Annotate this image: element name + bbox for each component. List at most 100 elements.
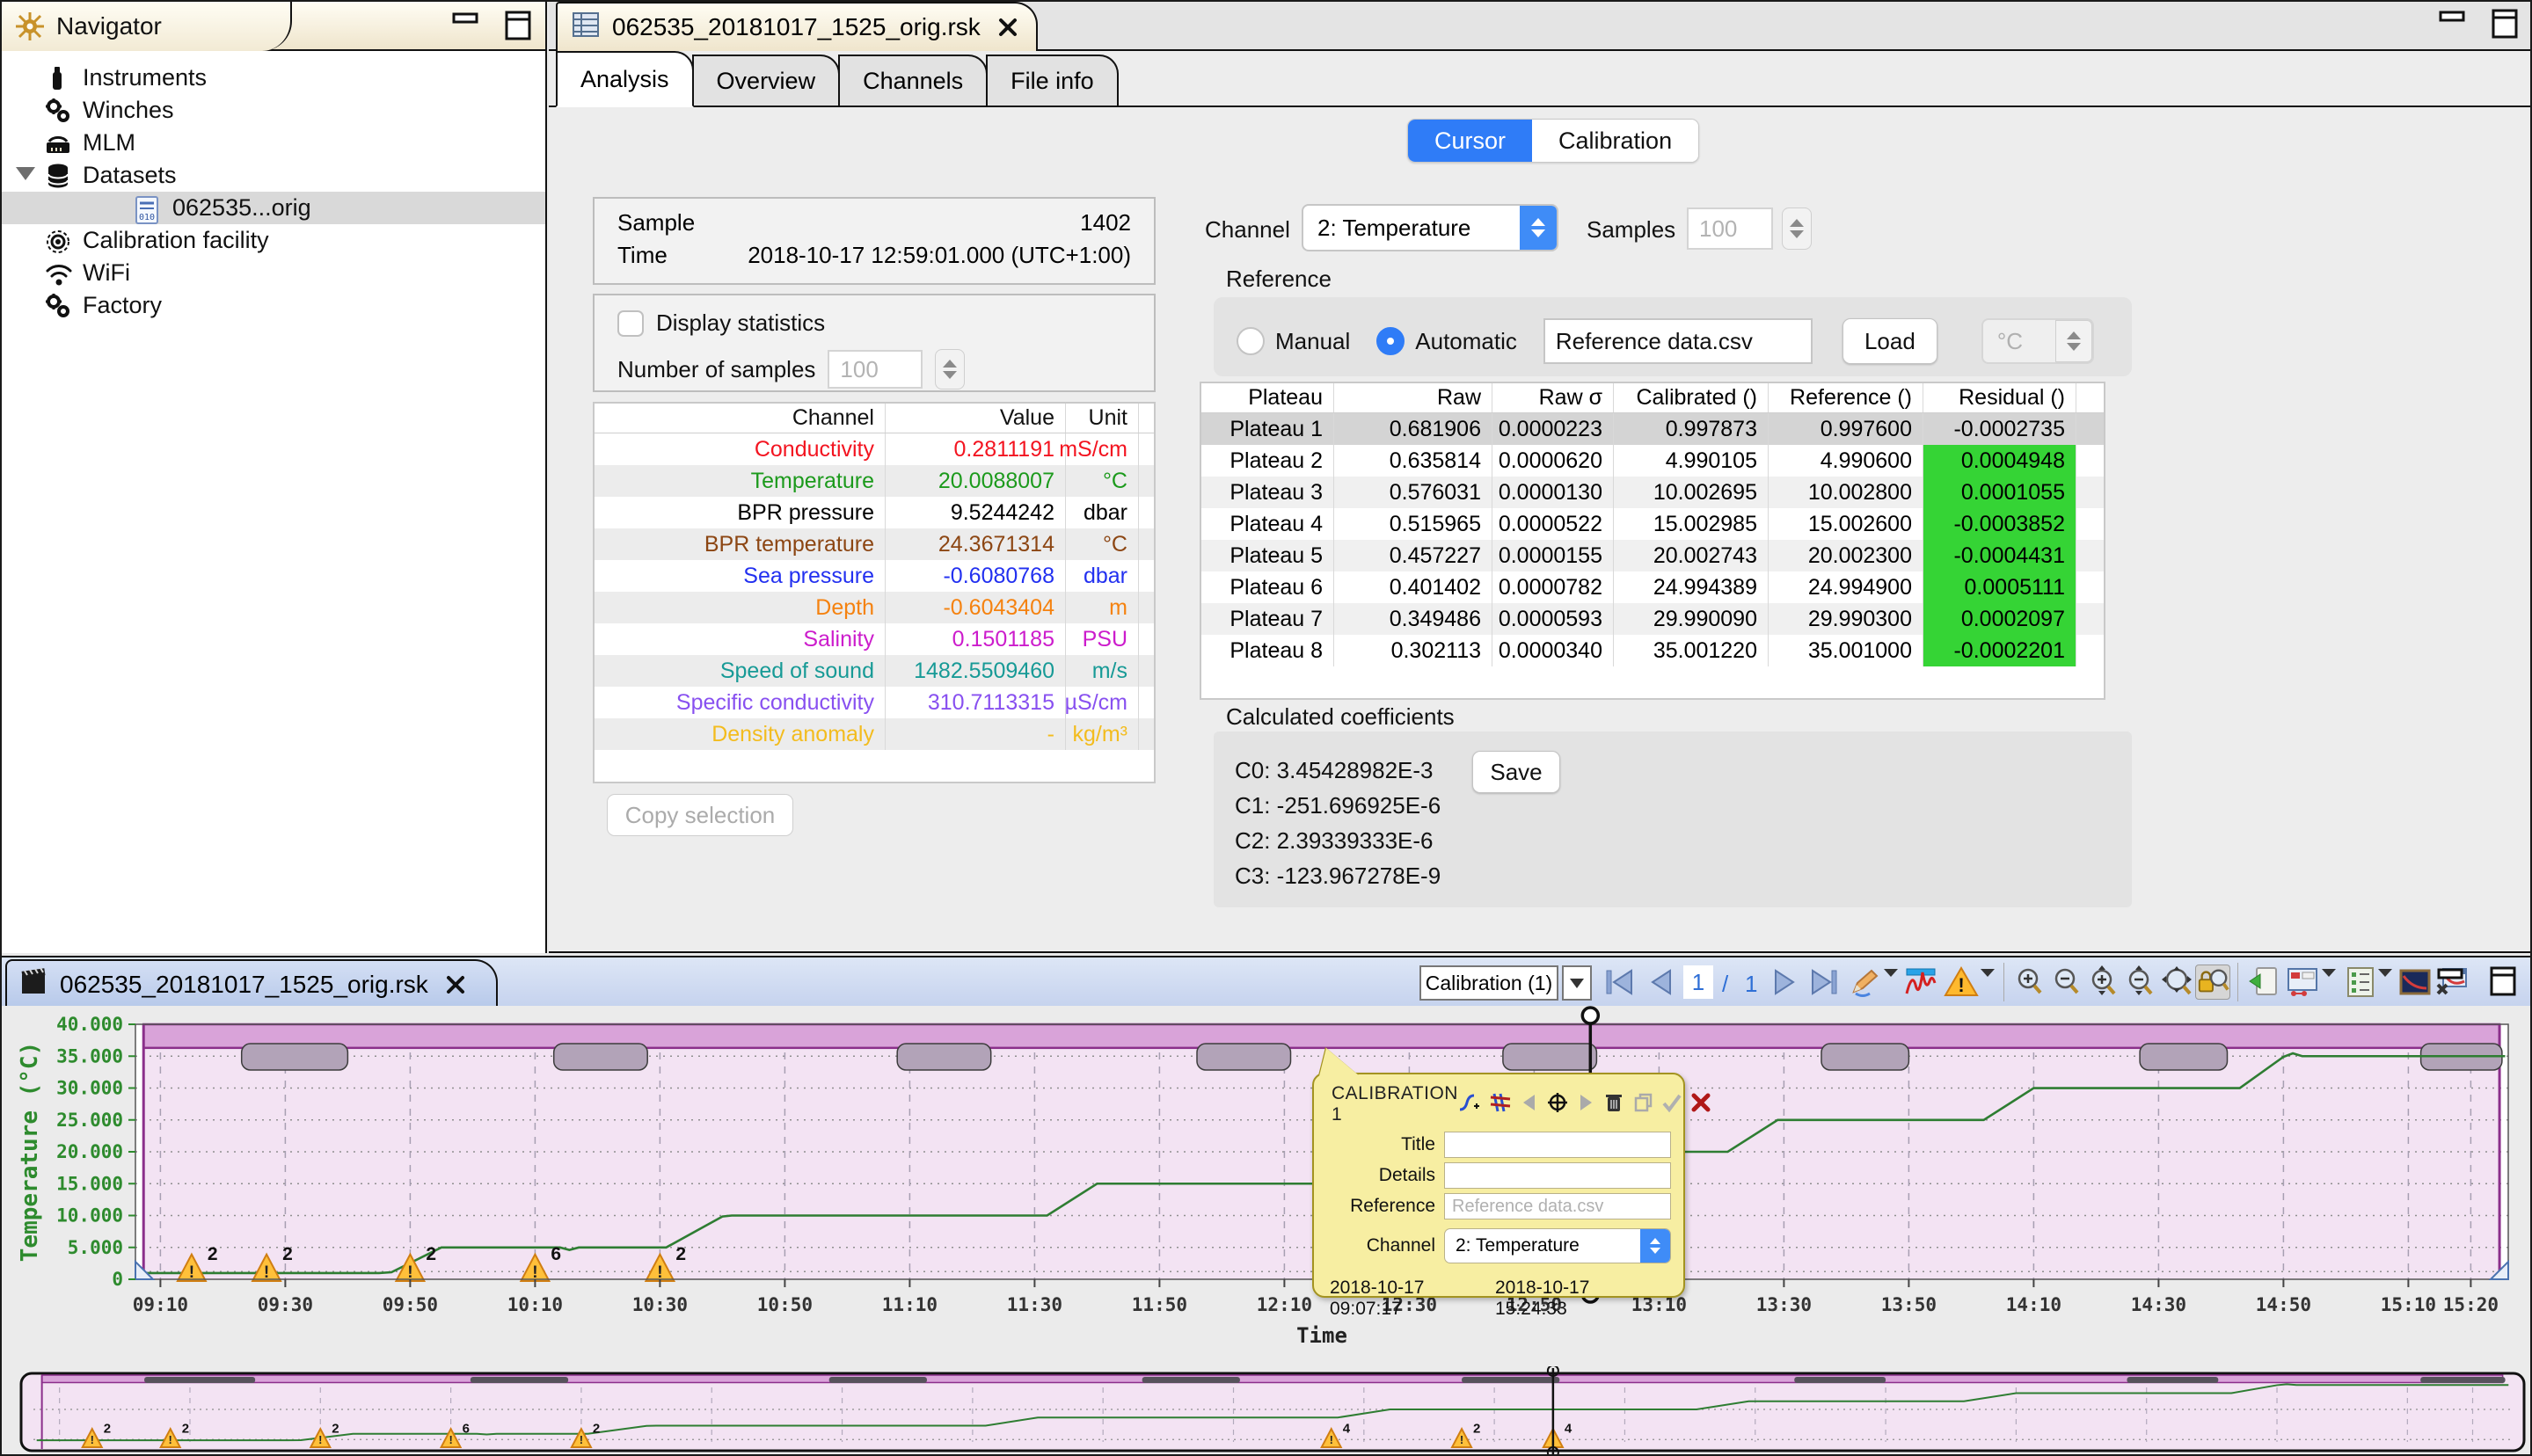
reference-unit-select[interactable]: °C <box>1981 318 2094 364</box>
plateau-row[interactable]: Plateau 3 0.576031 0.0000130 10.002695 1… <box>1201 477 2104 508</box>
warnings-dropdown[interactable] <box>1981 977 1995 993</box>
automatic-radio[interactable] <box>1376 327 1405 355</box>
zoom-fit-icon[interactable] <box>2160 965 2195 1000</box>
expander-icon[interactable] <box>16 167 35 180</box>
plateau-marker[interactable] <box>1503 1044 1597 1070</box>
channel-table-row[interactable]: BPR pressure 9.5244242 dbar <box>595 497 1154 528</box>
tree-item-dataset-file[interactable]: 010 062535...orig <box>2 192 545 224</box>
minimize-icon[interactable] <box>450 11 480 45</box>
tree-item-datasets[interactable]: Datasets <box>2 159 545 192</box>
apply-icon[interactable] <box>1661 1092 1682 1117</box>
plot-tab[interactable]: 062535_20181017_1525_orig.rsk <box>5 959 498 1008</box>
warnings-icon[interactable]: ! <box>1944 965 1979 1000</box>
num-samples-stepper[interactable] <box>935 349 965 389</box>
editor-tab[interactable]: 062535_20181017_1525_orig.rsk <box>556 2 1038 51</box>
overview-chart[interactable]: !2!2!2!6!2!4!2!4 <box>2 1366 2532 1456</box>
annotation-selector-dropdown[interactable] <box>1562 965 1592 1001</box>
plateau-marker[interactable] <box>1821 1044 1908 1070</box>
plateau-row[interactable]: Plateau 4 0.515965 0.0000522 15.002985 1… <box>1201 508 2104 540</box>
plateau-row[interactable]: Plateau 6 0.401402 0.0000782 24.994389 2… <box>1201 571 2104 603</box>
zoom-out-y-icon[interactable] <box>2123 965 2158 1000</box>
calibration-mode-button[interactable]: Calibration <box>1532 120 1698 162</box>
tree-item-factory[interactable]: Factory <box>2 289 545 322</box>
delete-icon[interactable] <box>1603 1092 1624 1117</box>
popup-title-input[interactable] <box>1444 1132 1671 1158</box>
plateau-marker[interactable] <box>1197 1044 1291 1070</box>
plateau-marker[interactable] <box>2140 1044 2227 1070</box>
plateau-marker[interactable] <box>897 1044 990 1070</box>
tree-item-instruments[interactable]: Instruments <box>2 62 545 94</box>
layout-dropdown[interactable] <box>2322 977 2336 993</box>
plateau-row[interactable]: Plateau 8 0.302113 0.0000340 35.001220 3… <box>1201 635 2104 666</box>
tab-analysis[interactable]: Analysis <box>556 51 694 107</box>
close-icon[interactable] <box>996 16 1019 39</box>
minimize-icon[interactable] <box>2437 9 2467 43</box>
maximize-icon[interactable] <box>503 11 533 45</box>
cursor-mode-button[interactable]: Cursor <box>1408 120 1532 162</box>
last-annotation-icon[interactable] <box>1806 965 1842 1000</box>
plot-properties-icon[interactable] <box>2397 965 2433 1000</box>
tree-item-wifi[interactable]: WiFi <box>2 257 545 289</box>
previous-icon[interactable] <box>1520 1093 1539 1117</box>
load-button[interactable]: Load <box>1842 318 1937 364</box>
channel-table-row[interactable]: Speed of sound 1482.5509460 m/s <box>595 655 1154 687</box>
plateau-marker[interactable] <box>242 1044 348 1070</box>
close-popup-icon[interactable] <box>1690 1092 1711 1117</box>
legend-dropdown[interactable] <box>2378 977 2392 993</box>
manual-radio[interactable] <box>1237 327 1265 355</box>
annotation-selector[interactable]: Calibration (1) <box>1419 965 1558 1001</box>
channel-table-row[interactable]: Specific conductivity 310.7113315 µS/cm <box>595 687 1154 718</box>
samples-stepper[interactable] <box>1782 207 1812 250</box>
fit-curve-icon[interactable] <box>1458 1092 1481 1117</box>
tree-item-winches[interactable]: Winches <box>2 94 545 127</box>
plateaus-icon[interactable] <box>1489 1092 1512 1117</box>
next-icon[interactable] <box>1576 1093 1595 1117</box>
tab-overview[interactable]: Overview <box>692 55 841 106</box>
copy-selection-button[interactable]: Copy selection <box>607 794 793 836</box>
edit-annotation-dropdown[interactable] <box>1884 977 1898 993</box>
tab-channels[interactable]: Channels <box>838 55 988 106</box>
zoom-in-y-icon[interactable] <box>2086 965 2121 1000</box>
locate-icon[interactable] <box>1547 1092 1568 1117</box>
channel-table-row[interactable]: Density anomaly - kg/m³ <box>595 718 1154 750</box>
plateau-row[interactable]: Plateau 7 0.349486 0.0000593 29.990090 2… <box>1201 603 2104 635</box>
cursor-top-handle[interactable] <box>1582 1008 1598 1023</box>
duplicate-icon[interactable] <box>1632 1092 1653 1117</box>
popup-reference-input[interactable]: Reference data.csv <box>1444 1193 1671 1219</box>
maximize-icon[interactable] <box>2488 966 2518 1001</box>
close-icon[interactable] <box>444 973 467 996</box>
channel-table-row[interactable]: Sea pressure -0.6080768 dbar <box>595 560 1154 592</box>
layout-icon[interactable] <box>2285 965 2320 1000</box>
popup-details-input[interactable] <box>1444 1162 1671 1189</box>
popup-channel-select[interactable]: 2: Temperature <box>1444 1228 1671 1263</box>
zoom-in-x-icon[interactable] <box>2012 965 2047 1000</box>
tree-item-mlm[interactable]: MLM <box>2 127 545 159</box>
save-button[interactable]: Save <box>1472 751 1560 793</box>
previous-annotation-icon[interactable] <box>1643 965 1678 1000</box>
maximize-icon[interactable] <box>2490 9 2520 43</box>
plateau-detect-icon[interactable] <box>1903 965 1938 1000</box>
channel-select[interactable]: 2: Temperature <box>1302 204 1558 251</box>
zoom-lock-icon[interactable] <box>2195 965 2230 1000</box>
channel-table-row[interactable]: Conductivity 0.2811191 mS/cm <box>595 433 1154 465</box>
tree-item-calibration-facility[interactable]: Calibration facility <box>2 224 545 257</box>
legend-icon[interactable] <box>2343 965 2378 1000</box>
reference-file-input[interactable]: Reference data.csv <box>1543 318 1813 364</box>
edit-annotation-icon[interactable] <box>1849 965 1884 1000</box>
main-chart[interactable]: !2!2!2!6!2!4!2!409:1009:3009:5010:1010:3… <box>2 1006 2532 1366</box>
plateau-row[interactable]: Plateau 2 0.635814 0.0000620 4.990105 4.… <box>1201 445 2104 477</box>
channel-table-row[interactable]: BPR temperature 24.3671314 °C <box>595 528 1154 560</box>
channel-table-row[interactable]: Salinity 0.1501185 PSU <box>595 623 1154 655</box>
plateau-marker[interactable] <box>554 1044 648 1070</box>
next-annotation-icon[interactable] <box>1768 965 1803 1000</box>
channel-table-row[interactable]: Depth -0.6043404 m <box>595 592 1154 623</box>
export-icon[interactable] <box>2246 965 2281 1000</box>
num-samples-input[interactable]: 100 <box>828 350 923 389</box>
display-statistics-checkbox[interactable] <box>617 310 644 337</box>
tab-file-info[interactable]: File info <box>986 55 1119 106</box>
first-annotation-icon[interactable] <box>1602 965 1638 1000</box>
plateau-row[interactable]: Plateau 1 0.681906 0.0000223 0.997873 0.… <box>1201 413 2104 445</box>
channel-table-row[interactable]: Temperature 20.0088007 °C <box>595 465 1154 497</box>
plateau-row[interactable]: Plateau 5 0.457227 0.0000155 20.002743 2… <box>1201 540 2104 571</box>
zoom-out-x-icon[interactable] <box>2049 965 2084 1000</box>
